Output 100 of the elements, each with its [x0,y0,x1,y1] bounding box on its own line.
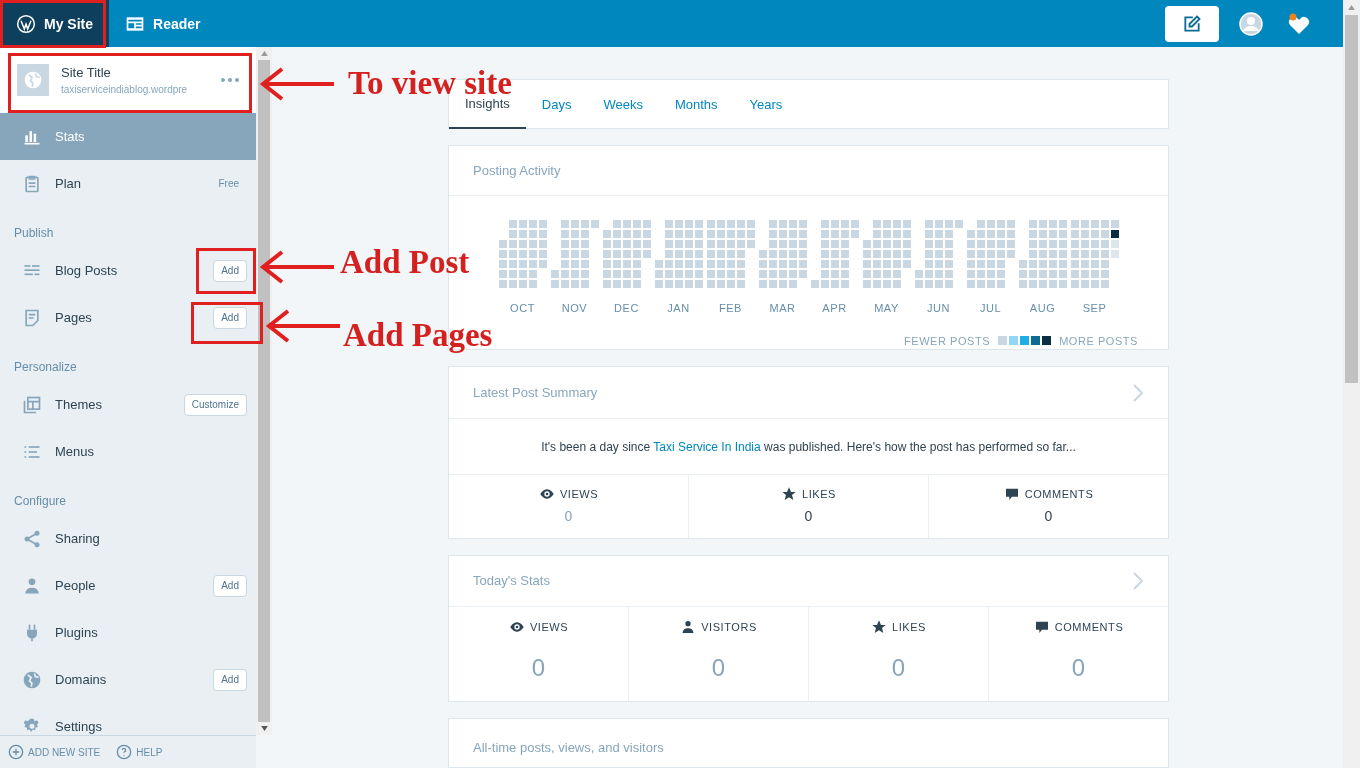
month-label: MAR [769,301,796,316]
sidebar-item-button[interactable]: Add [213,306,247,329]
item-label: Pages [55,308,93,327]
item-label: Domains [55,670,108,689]
chevron-right-icon[interactable] [1132,382,1144,403]
sidebar-item[interactable]: Blog Posts Add [0,247,256,294]
stat-label: LIKES [892,620,926,635]
card-title: Posting Activity [473,161,561,180]
sidebar-item[interactable]: Plan Free [0,160,256,207]
item-label: Plan [55,174,83,193]
plus-circle-icon [8,744,24,760]
item-label: Themes [55,395,103,414]
item-label: Plugins [55,623,99,642]
stat-label: COMMENTS [1054,620,1124,635]
month-label: DEC [614,301,639,316]
page-icon [22,307,42,328]
item-label: People [55,576,97,595]
legend-label: FEWER POSTS [904,333,991,349]
stat-label: VIEWS [529,620,569,635]
month-label: APR [822,301,847,316]
plan-label: Free [218,177,239,191]
sidebar-item-button[interactable]: Add [213,574,247,597]
annotation-text: Add Post [340,243,470,281]
sidebar-item[interactable]: Sharing [0,515,256,562]
clipboard-icon [22,173,42,194]
scrollbar-thumb[interactable] [258,60,270,722]
eye-icon [538,486,555,502]
tab[interactable]: Days [525,80,588,129]
post-link[interactable]: Taxi Service In India [653,439,761,454]
sidebar-item[interactable]: Settings [0,703,256,735]
sidebar-item[interactable]: Pages Add [0,294,256,341]
card-title: All-time posts, views, and visitors [473,740,664,755]
masterbar-tab[interactable]: Reader [109,0,217,47]
help-icon [116,744,133,760]
month-label: FEB [718,301,742,316]
scroll-up-icon[interactable] [1348,5,1355,10]
summary-sentence: It's been a day since Taxi Service In India was published. Here's how the post has performed so far... [541,438,1076,456]
stat-value: 0 [1044,507,1053,527]
notifications-icon[interactable] [1287,11,1311,36]
section-heading: Publish [13,225,55,242]
month-label: JUN [926,301,950,316]
layout-icon [22,394,42,415]
stat-value: 0 [1071,652,1086,683]
avatar-icon[interactable] [1239,11,1263,36]
stat-value: 0 [804,507,813,527]
sidebar-item-button[interactable]: Customize [183,393,247,416]
scroll-up-icon[interactable] [260,51,268,56]
sidebar-item[interactable]: Plugins [0,609,256,656]
tab[interactable]: Months [658,80,734,129]
star-icon [781,486,798,502]
month-label: NOV [561,301,588,316]
tab[interactable]: Weeks [587,80,659,129]
sidebar-item[interactable]: People Add [0,562,256,609]
stat-label: COMMENTS [1024,486,1094,502]
item-label: Stats [55,127,86,146]
sidebar-item[interactable]: Themes Customize [0,381,256,428]
stat-value: 0 [531,652,546,683]
speech-bubble-icon [1033,619,1050,636]
scroll-down-icon[interactable] [260,726,268,731]
sidebar-item-button[interactable]: Add [213,668,247,691]
highlight-frame [191,302,263,344]
month-label: JAN [667,301,690,316]
stat-label: LIKES [802,486,836,502]
speech-bubble-icon [1003,486,1020,502]
item-label: Menus [55,442,96,461]
footer-link[interactable]: HELP [116,744,163,760]
item-label: Settings [55,717,103,735]
stat-label: VIEWS [559,486,599,502]
stat-label: VISITORS [701,620,757,635]
chevron-right-icon[interactable] [1132,571,1144,591]
section-heading: Configure [13,493,68,510]
pencil-icon [1182,13,1202,34]
more-icon[interactable] [221,78,239,82]
globe-icon [22,669,42,690]
highlight-frame [196,248,256,294]
sidebar-item[interactable]: Menus [0,428,256,475]
legend-label: MORE POSTS [1059,333,1138,349]
write-button[interactable] [1165,5,1219,42]
month-label: AUG [1029,301,1056,316]
stat-value: 0 [711,652,726,683]
card-title: Today's Stats [473,572,550,591]
item-label: Blog Posts [55,261,119,280]
scrollbar-thumb[interactable] [1345,15,1358,383]
month-label: SEP [1082,301,1107,316]
logo-icon [16,13,36,34]
card-title: Latest Post Summary [473,383,598,402]
footer-link[interactable]: ADD NEW SITE [8,744,101,760]
item-label: Sharing [55,529,101,548]
sidebar-item-button[interactable]: Add [213,259,247,282]
stat-value: 0 [891,652,906,683]
globe-icon [23,70,43,90]
site-title: Site Title [61,63,112,82]
sidebar-item[interactable]: Domains Add [0,656,256,703]
section-heading: Personalize [13,359,78,376]
month-label: OCT [510,301,535,316]
month-label: JUL [979,301,1002,316]
month-label: MAY [874,301,899,316]
site-url: taxiserviceindiablog.wordpre [61,83,189,98]
annotation-text: Add Pages [343,316,493,354]
tab[interactable]: Years [733,80,799,129]
